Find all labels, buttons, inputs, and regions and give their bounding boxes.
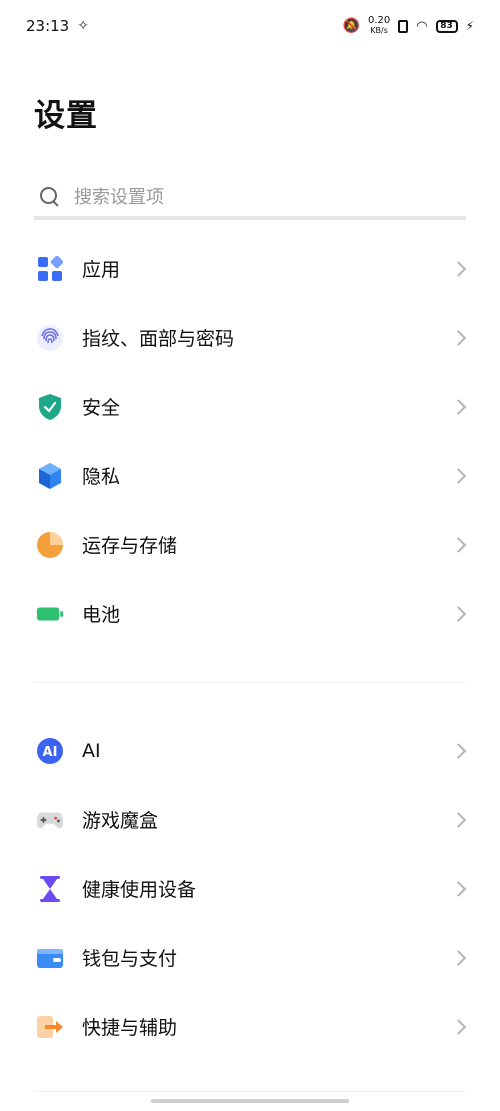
chevron-right-icon bbox=[450, 467, 467, 484]
fingerprint-icon bbox=[36, 324, 64, 352]
chevron-right-icon bbox=[450, 811, 467, 828]
settings-group-1: 应用 指纹、面部与密码 安全 隐私 运存与存储 电池 bbox=[0, 234, 500, 648]
clock: 23:13 bbox=[26, 17, 70, 35]
chevron-right-icon bbox=[450, 1018, 467, 1035]
wallet-icon bbox=[36, 944, 64, 972]
privacy-cube-icon bbox=[36, 462, 64, 490]
svg-text:AI: AI bbox=[43, 745, 58, 760]
chevron-right-icon bbox=[450, 605, 467, 622]
chevron-right-icon bbox=[450, 398, 467, 415]
settings-item-label: 电池 bbox=[82, 604, 121, 626]
net-speed-unit: KB/s bbox=[370, 26, 388, 35]
settings-item-storage[interactable]: 运存与存储 bbox=[0, 510, 500, 579]
chevron-right-icon bbox=[450, 949, 467, 966]
net-speed-value: 0.20 bbox=[367, 15, 391, 26]
chevron-right-icon bbox=[450, 536, 467, 553]
battery-status: 83 bbox=[435, 19, 458, 33]
settings-item-game-box[interactable]: 游戏魔盒 bbox=[0, 785, 500, 854]
status-bar: 23:13 ✧ 🔕 0.20 KB/s ◠ 83 ⚡ bbox=[0, 0, 500, 52]
shield-icon bbox=[36, 393, 64, 421]
settings-item-label: 快捷与辅助 bbox=[82, 1017, 178, 1039]
settings-item-privacy[interactable]: 隐私 bbox=[0, 441, 500, 510]
storage-pie-icon bbox=[36, 531, 64, 559]
sync-icon: ✧ bbox=[77, 18, 89, 34]
page-title: 设置 bbox=[34, 98, 98, 134]
bottom-divider bbox=[34, 1091, 466, 1092]
wifi-icon: ◠ bbox=[416, 18, 428, 34]
hourglass-icon bbox=[36, 875, 64, 903]
battery-icon bbox=[36, 600, 64, 628]
settings-group-2: AI AI 游戏魔盒 健康使用设备 钱包与支付 快捷与辅助 bbox=[0, 716, 500, 1061]
search-icon bbox=[40, 187, 58, 205]
settings-item-digital-wellbeing[interactable]: 健康使用设备 bbox=[0, 854, 500, 923]
settings-item-label: 游戏魔盒 bbox=[82, 810, 159, 832]
status-right: 🔕 0.20 KB/s ◠ 83 ⚡ bbox=[343, 16, 474, 36]
settings-item-label: 安全 bbox=[82, 397, 121, 419]
apps-icon bbox=[36, 255, 64, 283]
chevron-right-icon bbox=[450, 742, 467, 759]
section-divider bbox=[34, 682, 466, 683]
settings-item-battery[interactable]: 电池 bbox=[0, 579, 500, 648]
sim-icon bbox=[398, 19, 409, 33]
settings-item-label: AI bbox=[82, 739, 101, 762]
search-bar[interactable]: 搜索设置项 bbox=[34, 176, 466, 220]
settings-item-label: 健康使用设备 bbox=[82, 879, 197, 901]
settings-item-label: 运存与存储 bbox=[82, 535, 178, 557]
settings-item-label: 钱包与支付 bbox=[82, 948, 178, 970]
status-left: 23:13 ✧ bbox=[26, 17, 89, 35]
network-speed: 0.20 KB/s bbox=[368, 16, 390, 36]
game-controller-icon bbox=[36, 806, 64, 834]
mute-icon: 🔕 bbox=[342, 18, 360, 34]
settings-item-wallet[interactable]: 钱包与支付 bbox=[0, 923, 500, 992]
ai-icon: AI bbox=[36, 737, 64, 765]
settings-item-shortcuts[interactable]: 快捷与辅助 bbox=[0, 992, 500, 1061]
settings-item-label: 应用 bbox=[82, 259, 121, 281]
settings-item-label: 隐私 bbox=[82, 466, 121, 488]
charging-icon: ⚡ bbox=[465, 19, 474, 33]
shortcut-arrow-icon bbox=[36, 1013, 64, 1041]
settings-item-security[interactable]: 安全 bbox=[0, 372, 500, 441]
chevron-right-icon bbox=[450, 329, 467, 346]
chevron-right-icon bbox=[450, 260, 467, 277]
settings-item-apps[interactable]: 应用 bbox=[0, 234, 500, 303]
settings-item-ai[interactable]: AI AI bbox=[0, 716, 500, 785]
chevron-right-icon bbox=[450, 880, 467, 897]
settings-item-biometrics[interactable]: 指纹、面部与密码 bbox=[0, 303, 500, 372]
home-indicator[interactable] bbox=[151, 1099, 349, 1103]
settings-item-label: 指纹、面部与密码 bbox=[82, 328, 235, 350]
search-placeholder: 搜索设置项 bbox=[74, 187, 164, 208]
